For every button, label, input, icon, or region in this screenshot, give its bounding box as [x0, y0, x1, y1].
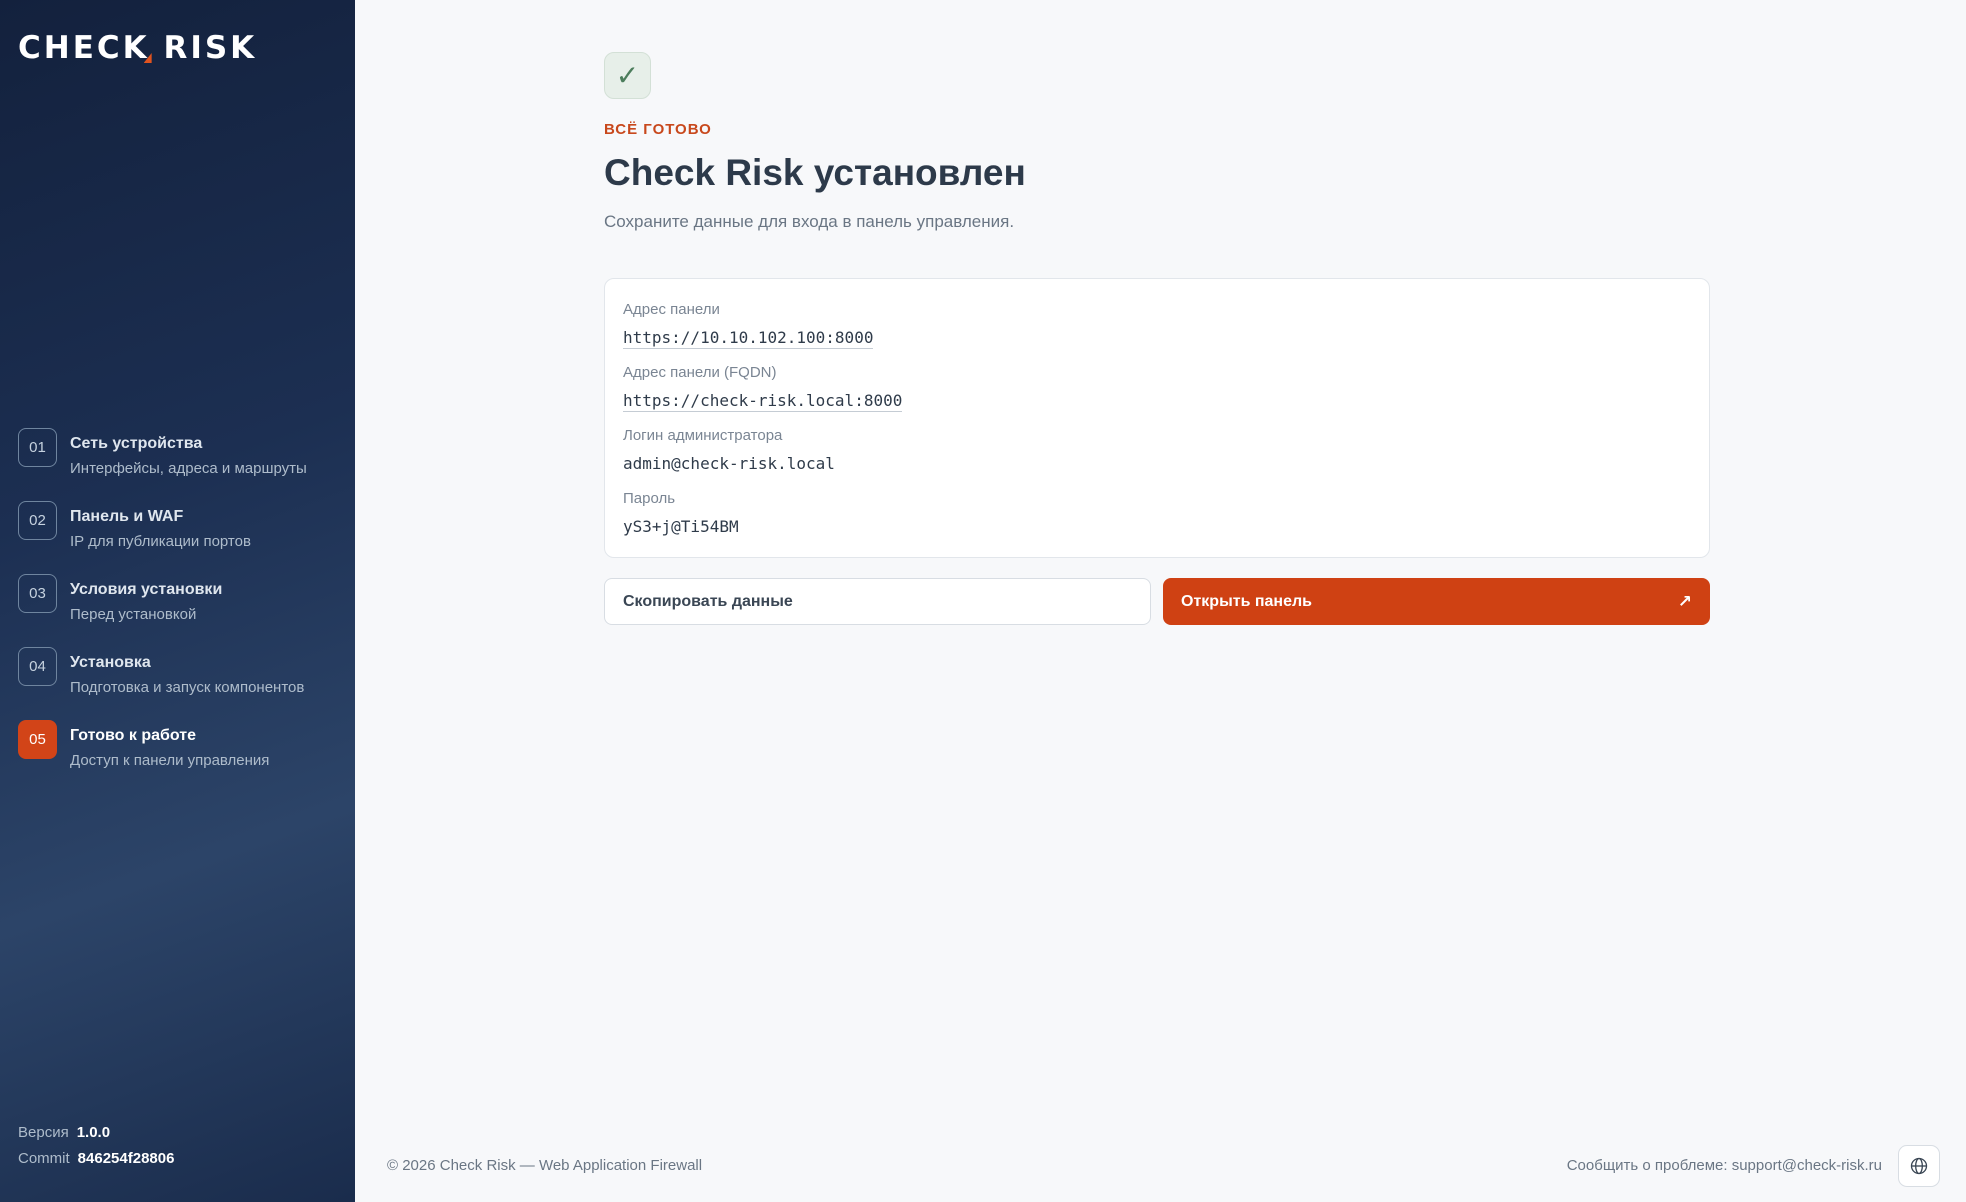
admin-login-value: admin@check-risk.local: [623, 454, 835, 473]
field-panel-fqdn: Адрес панели (FQDN) https://check-risk.l…: [623, 364, 1691, 427]
step-number: 04: [18, 647, 57, 686]
page-subtitle: Сохраните данные для входа в панель упра…: [604, 212, 1015, 231]
page-title: Check Risk установлен: [604, 152, 1026, 193]
step-number: 02: [18, 501, 57, 540]
footer-report-link[interactable]: Сообщить о проблеме: support@check-risk.…: [1567, 1157, 1882, 1174]
field-label: Адрес панели (FQDN): [623, 364, 777, 381]
step-title: Сеть устройства: [70, 435, 203, 452]
credentials-card: Адрес панели https://10.10.102.100:8000 …: [604, 278, 1710, 558]
panel-address-link[interactable]: https://10.10.102.100:8000: [623, 328, 874, 349]
step-title: Условия установки: [70, 581, 223, 598]
step-conditions[interactable]: 03 Условия установки Перед установкой: [18, 574, 348, 647]
version-value: 1.0.0: [76, 1124, 111, 1141]
step-installation[interactable]: 04 Установка Подготовка и запуск компоне…: [18, 647, 348, 720]
steps-list: 01 Сеть устройства Интерфейсы, адреса и …: [18, 428, 348, 793]
password-value: yS3+j@Ti54BM: [623, 517, 739, 536]
version-info: Версия 1.0.0 Commit 846254f28806: [18, 1120, 174, 1172]
language-button[interactable]: [1898, 1145, 1940, 1187]
open-panel-button[interactable]: Открыть панель ↗: [1163, 578, 1710, 625]
step-subtitle: Перед установкой: [70, 606, 197, 623]
step-title: Панель и WAF: [70, 508, 184, 525]
step-subtitle: Интерфейсы, адреса и маршруты: [70, 460, 307, 477]
field-admin-login: Логин администратора admin@check-risk.lo…: [623, 427, 1691, 490]
step-number: 05: [18, 720, 57, 759]
step-title: Установка: [70, 654, 151, 671]
footer-copyright: © 2026 Check Risk — Web Application Fire…: [387, 1157, 703, 1174]
field-panel-address: Адрес панели https://10.10.102.100:8000: [623, 301, 1691, 364]
field-label: Адрес панели: [623, 301, 720, 318]
step-panel-waf[interactable]: 02 Панель и WAF IP для публикации портов: [18, 501, 348, 574]
field-label: Логин администратора: [623, 427, 783, 444]
check-icon: ✓: [604, 52, 651, 99]
external-arrow-icon: ↗: [1677, 591, 1692, 611]
step-subtitle: IP для публикации портов: [70, 533, 251, 550]
step-title: Готово к работе: [70, 727, 197, 744]
commit-label: Commit: [18, 1150, 70, 1167]
open-button-label: Открыть панель: [1181, 592, 1312, 610]
globe-icon: [1910, 1157, 1928, 1175]
field-label: Пароль: [623, 490, 676, 507]
status-eyebrow: ВСЁ ГОТОВО: [604, 121, 712, 138]
version-label: Версия: [18, 1124, 69, 1141]
brand-logo: CHECK RISK: [18, 30, 258, 66]
step-subtitle: Доступ к панели управления: [70, 752, 270, 769]
step-network[interactable]: 01 Сеть устройства Интерфейсы, адреса и …: [18, 428, 348, 501]
commit-value: 846254f28806: [77, 1150, 175, 1167]
action-buttons: Скопировать данные Открыть панель ↗: [604, 578, 1710, 625]
sidebar: CHECK RISK 01 Сеть устройства Интерфейсы…: [0, 0, 355, 1202]
step-subtitle: Подготовка и запуск компонентов: [70, 679, 305, 696]
step-number: 01: [18, 428, 57, 467]
panel-fqdn-link[interactable]: https://check-risk.local:8000: [623, 391, 903, 412]
field-password: Пароль yS3+j@Ti54BM: [623, 490, 1691, 553]
copy-button-label: Скопировать данные: [623, 592, 793, 610]
step-ready[interactable]: 05 Готово к работе Доступ к панели управ…: [18, 720, 348, 793]
copy-credentials-button[interactable]: Скопировать данные: [604, 578, 1151, 625]
main-content: ✓ ВСЁ ГОТОВО Check Risk установлен Сохра…: [604, 52, 1710, 625]
step-number: 03: [18, 574, 57, 613]
